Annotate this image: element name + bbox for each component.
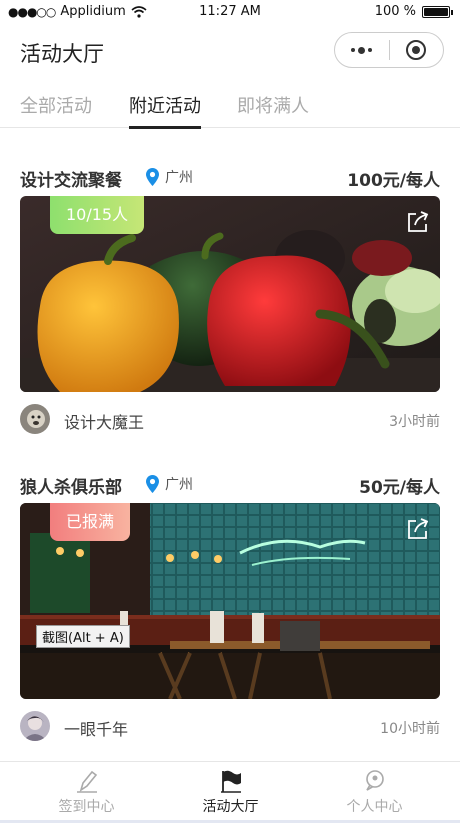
event-card-footer: 设计大魔王 3小时前 (20, 404, 440, 436)
nav-bar: 活动大厅 (0, 28, 460, 76)
event-title: 狼人杀俱乐部 (20, 478, 122, 498)
restaurant-photo[interactable]: 已报满 截图(Alt + A) (20, 503, 440, 699)
participants-badge: 10/15人 (50, 196, 145, 234)
bottom-tab-label: 个人中心 (346, 799, 403, 815)
event-card[interactable]: 设计交流聚餐 广州 100元/每人 10/15人 设计大魔王 3小时前 (20, 164, 440, 434)
tab-almost-full[interactable]: 即将满人 (237, 92, 309, 118)
event-title: 设计交流聚餐 (20, 171, 122, 191)
event-card-header: 狼人杀俱乐部 广州 50元/每人 (20, 471, 440, 498)
share-icon[interactable] (406, 517, 430, 541)
bottom-tab-bar: 签到中心 活动大厅 个人中心 (0, 761, 460, 823)
vegetables-photo[interactable]: 10/15人 (20, 196, 440, 392)
bottom-tab-event-hall[interactable]: 活动大厅 (154, 762, 307, 822)
event-price: 50元/每人 (359, 478, 440, 498)
pen-icon (76, 770, 97, 793)
event-location-text: 广州 (165, 477, 193, 493)
event-location-text: 广州 (165, 170, 193, 186)
battery-percent: 100 % (374, 4, 416, 19)
host-name: 设计大魔王 (64, 413, 145, 432)
post-time: 10小时前 (380, 721, 440, 737)
host-name: 一眼千年 (64, 720, 129, 739)
mini-program-capsule (334, 32, 444, 68)
share-icon[interactable] (406, 210, 430, 234)
battery-icon (422, 5, 453, 18)
event-location: 广州 (146, 167, 193, 187)
avatar[interactable] (20, 711, 50, 741)
location-pin-icon (146, 475, 159, 493)
tab-all-events[interactable]: 全部活动 (20, 92, 92, 118)
event-card[interactable]: 狼人杀俱乐部 广州 50元/每人 已报满 截图(Alt + A) 一眼千年 10… (20, 471, 440, 741)
battery-level (424, 7, 448, 16)
registration-full-badge: 已报满 (50, 503, 131, 541)
flag-icon (220, 770, 241, 793)
more-dots-icon[interactable] (335, 33, 389, 67)
tab-bar: 全部活动 附近活动 即将满人 (0, 88, 460, 129)
bottom-tab-label: 活动大厅 (202, 799, 259, 815)
status-right: 100 % (374, 4, 453, 19)
event-card-footer: 一眼千年 10小时前 (20, 711, 440, 743)
bottom-tab-checkin[interactable]: 签到中心 (10, 762, 163, 822)
event-card-header: 设计交流聚餐 广州 100元/每人 (20, 164, 440, 191)
post-time: 3小时前 (389, 414, 440, 430)
event-location: 广州 (146, 474, 193, 494)
status-bar: ●●●○○ Applidium 11:27 AM 100 % (0, 0, 460, 24)
chat-person-icon (365, 770, 384, 791)
bottom-tab-label: 签到中心 (58, 799, 115, 815)
page-title: 活动大厅 (20, 42, 104, 66)
close-target-icon[interactable] (389, 33, 443, 67)
event-price: 100元/每人 (347, 171, 440, 191)
avatar[interactable] (20, 404, 50, 434)
location-pin-icon (146, 168, 159, 186)
tab-nearby-events[interactable]: 附近活动 (129, 92, 201, 129)
screenshot-tooltip: 截图(Alt + A) (36, 625, 130, 648)
bottom-tab-profile[interactable]: 个人中心 (298, 762, 451, 822)
